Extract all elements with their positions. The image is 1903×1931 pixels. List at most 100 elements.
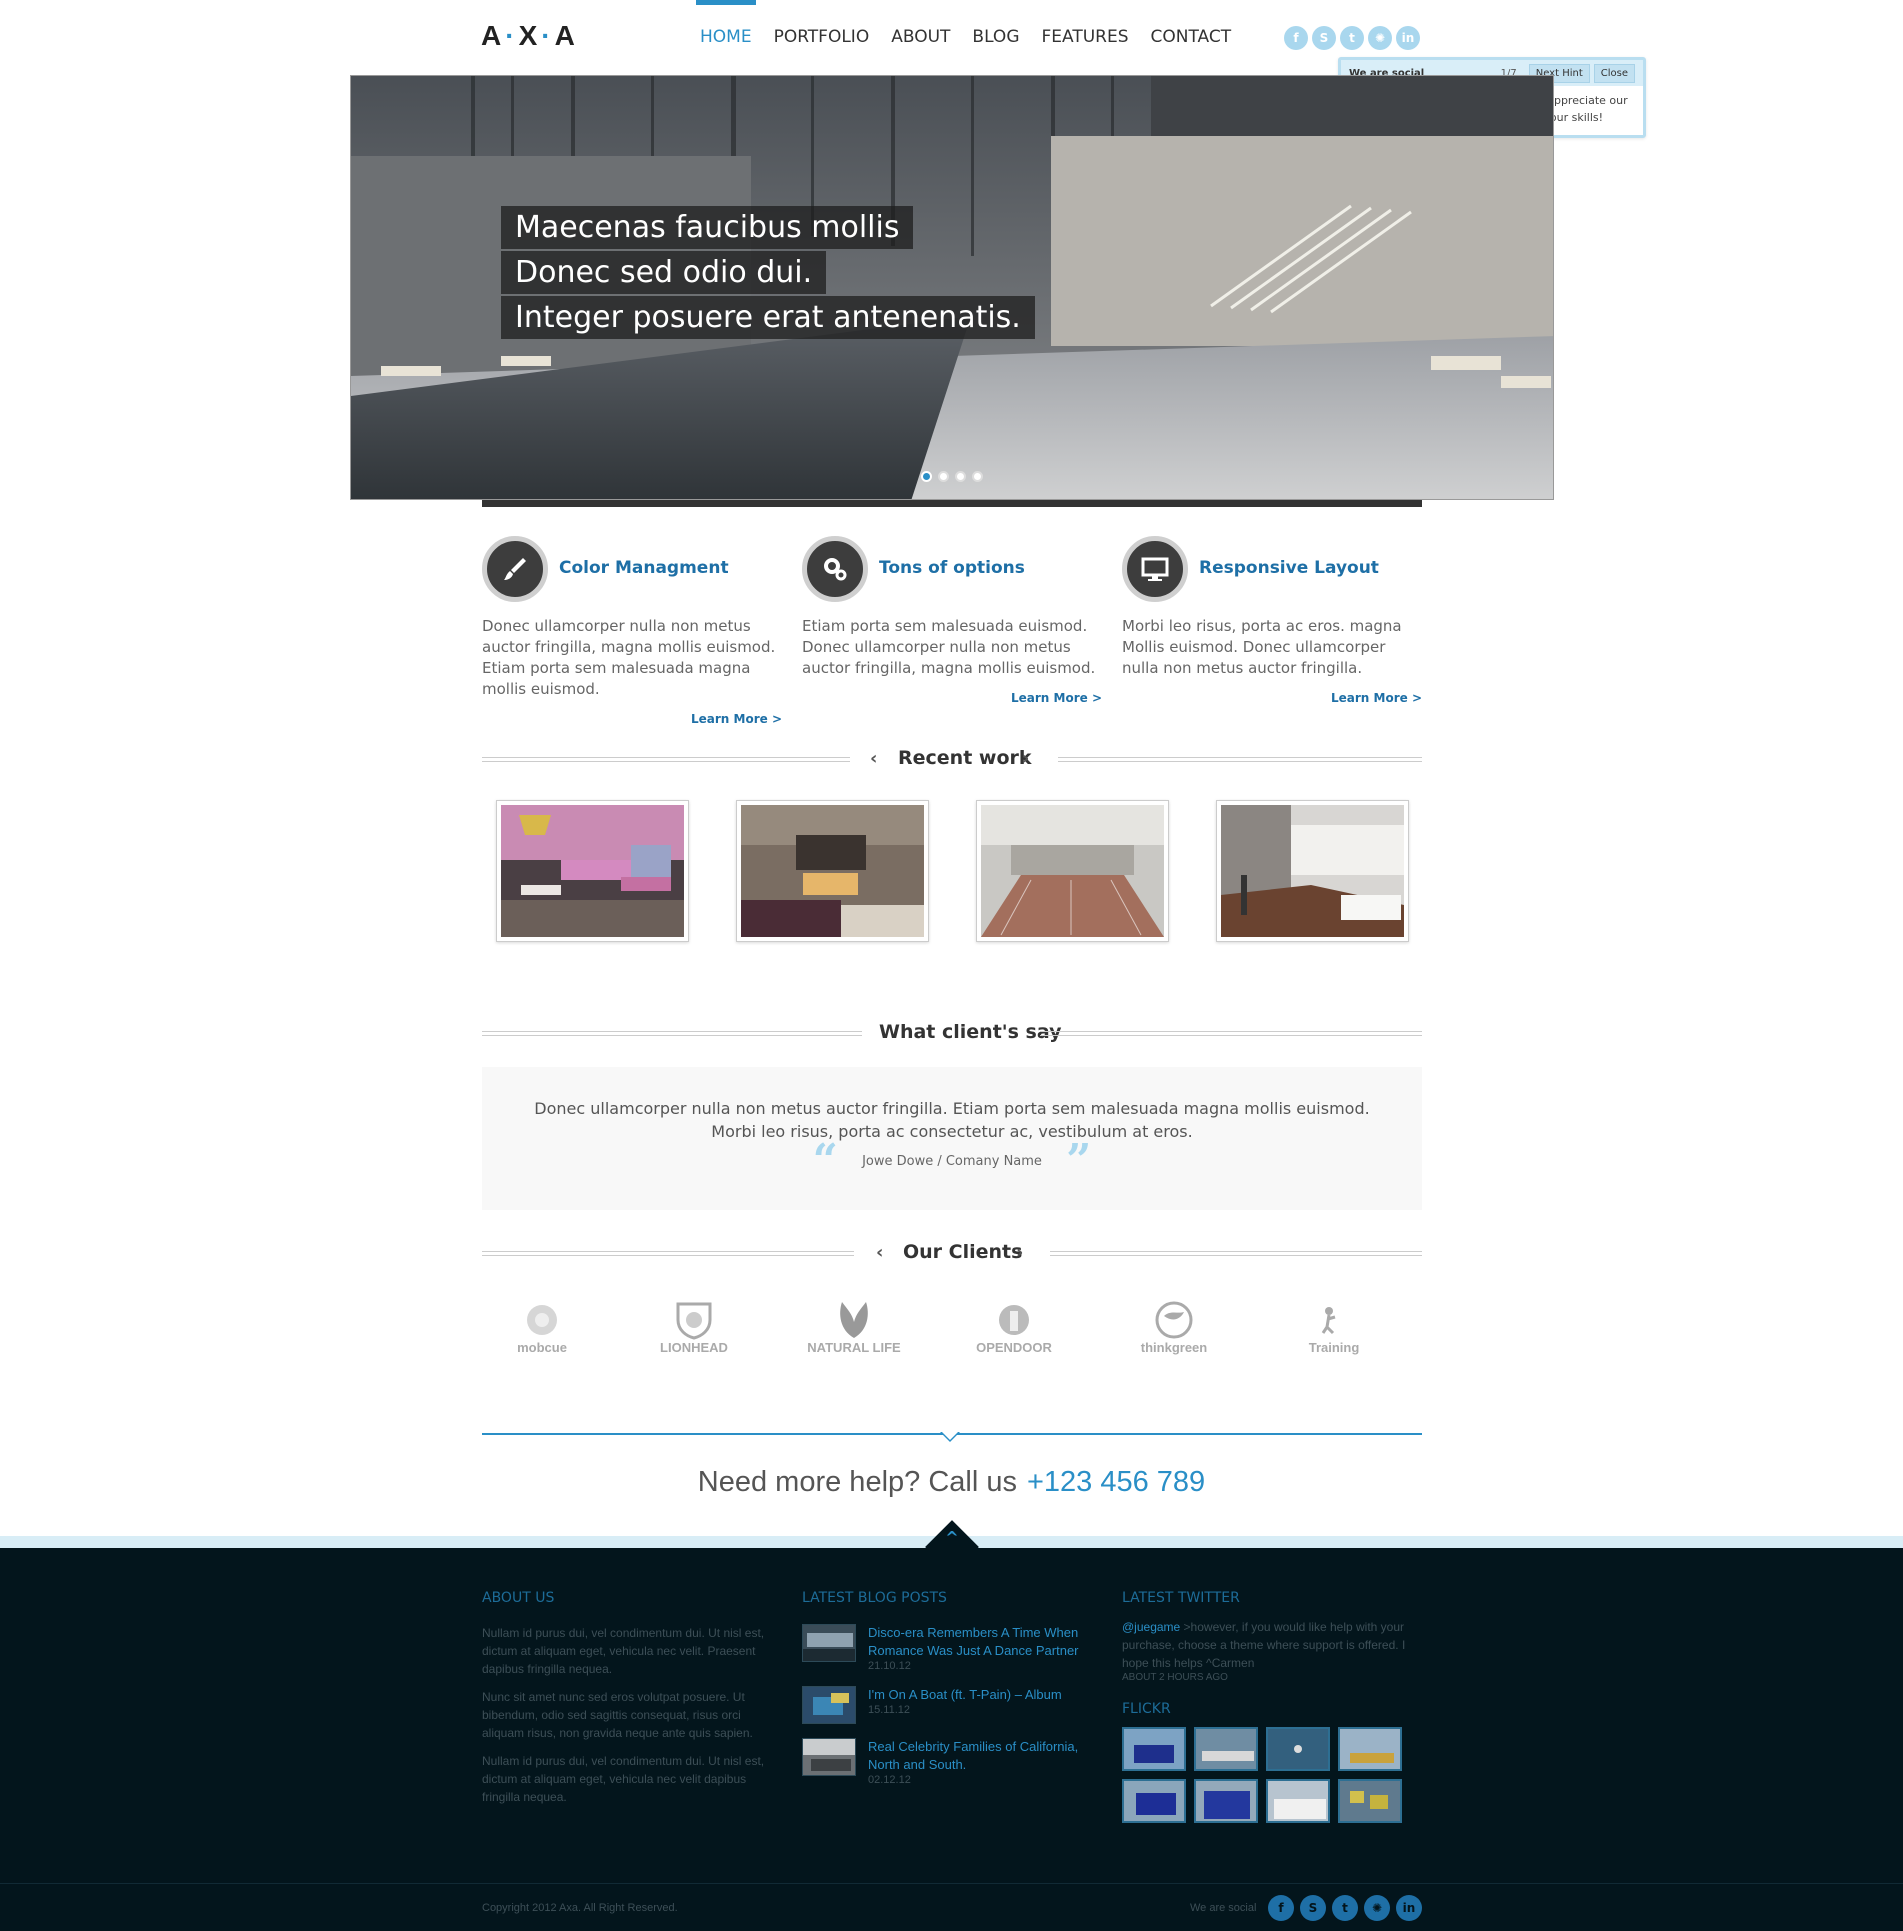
client-logo-mobcue[interactable]: mobcue [482,1300,602,1380]
linkedin-icon[interactable]: in [1396,26,1420,50]
logo-dot: · [505,20,519,51]
slide-dot[interactable] [938,471,949,482]
testimonial-header: What client's say [482,1021,1422,1045]
footer-heading: LATEST TWITTER [1122,1590,1240,1606]
logo-letter: A [554,20,579,51]
site-logo[interactable]: A·X·A [481,20,579,52]
tweet-time: ABOUT 2 HOURS AGO [1122,1672,1228,1683]
flickr-photo[interactable] [1338,1779,1402,1823]
logo-dot: · [541,20,555,51]
learn-more-link[interactable]: Learn More > [482,712,782,726]
dribbble-icon[interactable]: ✺ [1364,1895,1390,1921]
client-logo-lionhead[interactable]: LIONHEAD [634,1300,754,1380]
caption-line-3: Integer posuere erat antenenatis. [501,296,1035,339]
flickr-photo[interactable] [1266,1727,1330,1771]
divider [1040,1031,1422,1036]
nav-blog[interactable]: BLOG [962,0,1029,75]
recent-work-gallery [496,800,1409,942]
flickr-photo[interactable] [1122,1727,1186,1771]
logo-letter: A [481,20,506,51]
recent-work-header: ‹ Recent work › [482,747,1422,771]
client-name: LIONHEAD [660,1340,728,1355]
work-thumbnail[interactable] [976,800,1169,942]
post-title[interactable]: Real Celebrity Families of California, N… [868,1738,1102,1774]
post-title[interactable]: Disco-era Remembers A Time When Romance … [868,1624,1102,1660]
help-text: Need more help? Call us [697,1466,1017,1498]
divider [1050,1251,1422,1256]
client-logo-opendoor[interactable]: OPENDOOR [954,1300,1074,1380]
blog-post-item[interactable]: Real Celebrity Families of California, N… [802,1738,1102,1786]
close-quote-icon: ” [1066,1135,1092,1186]
feature-title: Responsive Layout [1199,558,1379,578]
chevron-left-icon[interactable]: ‹ [876,1242,883,1263]
work-image [1221,805,1404,937]
work-thumbnail[interactable] [496,800,689,942]
gears-icon [802,536,868,602]
post-info: Real Celebrity Families of California, N… [868,1738,1102,1786]
hero-slider: Maecenas faucibus mollis Donec sed odio … [350,75,1554,500]
post-info: I'm On A Boat (ft. T-Pain) – Album 15.11… [868,1686,1062,1724]
testimonial-author: Jowe Dowe / Comany Name [862,1153,1042,1169]
help-phone[interactable]: +123 456 789 [1027,1466,1205,1498]
flickr-photo[interactable] [1266,1779,1330,1823]
skype-icon[interactable]: S [1300,1895,1326,1921]
copyright: Copyright 2012 Axa. All Right Reserved. [482,1902,678,1914]
blog-post-item[interactable]: Disco-era Remembers A Time When Romance … [802,1624,1102,1672]
client-logo-thinkgreen[interactable]: thinkgreen [1114,1300,1234,1380]
flickr-photo[interactable] [1194,1779,1258,1823]
testimonial-line: Morbi leo risus, porta ac consectetur ac… [711,1122,1193,1141]
caption-line-2: Donec sed odio dui. [501,251,827,294]
divider [482,1251,854,1256]
client-logo-training[interactable]: Training [1274,1300,1394,1380]
dribbble-icon[interactable]: ✺ [1368,26,1392,50]
twitter-icon[interactable]: t [1340,26,1364,50]
skype-icon[interactable]: S [1312,26,1336,50]
circle-logo-icon [482,1300,602,1340]
work-thumbnail[interactable] [736,800,929,942]
slide-dot[interactable] [921,471,932,482]
chevron-right-icon[interactable]: › [1016,1242,1023,1263]
tweet-handle[interactable]: @juegame [1122,1620,1180,1634]
clients-logos: mobcue LIONHEAD NATURAL LIFE OPENDOOR th… [482,1300,1422,1380]
footer-blog: LATEST BLOG POSTS Disco-era Remembers A … [802,1590,1102,1800]
facebook-icon[interactable]: f [1268,1895,1294,1921]
slide-dot[interactable] [955,471,966,482]
facebook-icon[interactable]: f [1284,26,1308,50]
post-title[interactable]: I'm On A Boat (ft. T-Pain) – Album [868,1686,1062,1704]
work-image [741,805,924,937]
post-date: 15.11.12 [868,1704,911,1716]
footer-paragraph: Nunc sit amet nunc sed eros volutpat pos… [482,1690,753,1740]
blog-post-item[interactable]: I'm On A Boat (ft. T-Pain) – Album 15.11… [802,1686,1102,1724]
slide-dot[interactable] [972,471,983,482]
chevron-up-icon[interactable]: ^ [942,1528,962,1547]
linkedin-icon[interactable]: in [1396,1895,1422,1921]
nav-about[interactable]: ABOUT [881,0,960,75]
features-section: Color Managment Donec ullamcorper nulla … [482,536,1422,726]
close-hint-button[interactable]: Close [1593,63,1635,83]
monitor-icon [1122,536,1188,602]
twitter-icon[interactable]: t [1332,1895,1358,1921]
learn-more-link[interactable]: Learn More > [1122,691,1422,705]
nav-portfolio[interactable]: PORTFOLIO [764,0,880,75]
nav-contact[interactable]: CONTACT [1141,0,1242,75]
learn-more-link[interactable]: Learn More > [802,691,1102,705]
open-quote-icon: “ [812,1135,838,1186]
header-social-icons: f S t ✺ in [1284,26,1420,50]
help-callout: Need more help? Call us +123 456 789 [0,1466,1903,1499]
divider [1058,757,1422,762]
flickr-photo[interactable] [1122,1779,1186,1823]
flickr-photo[interactable] [1338,1727,1402,1771]
nav-features[interactable]: FEATURES [1032,0,1139,75]
flickr-photo[interactable] [1194,1727,1258,1771]
work-thumbnail[interactable] [1216,800,1409,942]
logo-letter: X [518,20,542,51]
client-name: thinkgreen [1140,1340,1208,1355]
divider-notch-inner [942,1432,958,1440]
client-logo-natural-life[interactable]: NATURAL LIFE [794,1300,914,1380]
slider-shadow-bar [482,500,1422,507]
client-name: OPENDOOR [976,1340,1052,1355]
nav-home[interactable]: HOME [690,0,762,75]
chevron-right-icon[interactable]: › [1022,748,1029,769]
chevron-left-icon[interactable]: ‹ [870,748,877,769]
globe-icon [1114,1300,1234,1340]
